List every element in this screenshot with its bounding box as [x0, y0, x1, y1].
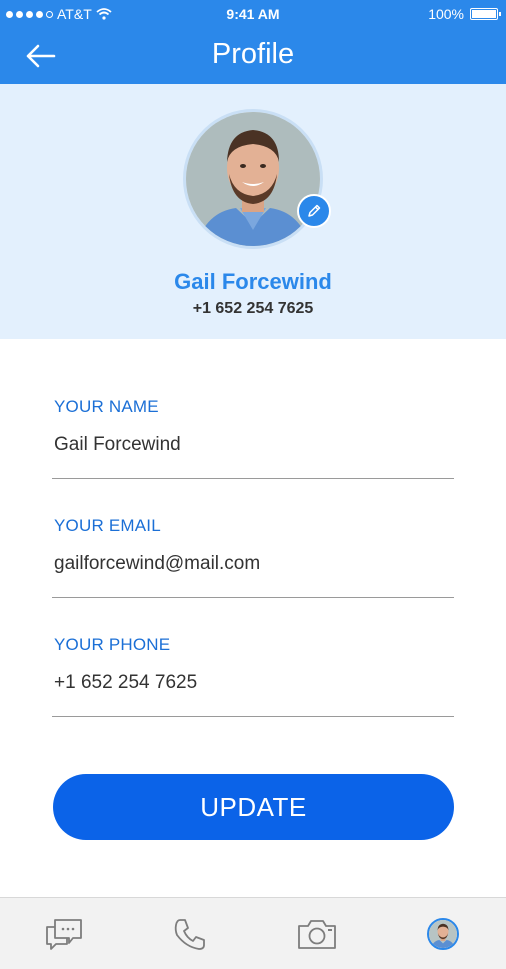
email-field-underline: [52, 597, 454, 598]
name-field-underline: [52, 478, 454, 479]
phone-icon: [174, 919, 205, 950]
edit-avatar-button[interactable]: [297, 194, 331, 228]
tab-messages[interactable]: [42, 912, 86, 956]
update-button[interactable]: UPDATE: [53, 774, 454, 840]
profile-name: Gail Forcewind: [174, 269, 332, 294]
profile-avatar: [183, 109, 323, 249]
email-label: YOUR EMAIL: [54, 516, 161, 535]
tab-bar: [0, 897, 506, 969]
email-field[interactable]: [54, 553, 454, 575]
camera-icon: [298, 920, 336, 949]
name-label: YOUR NAME: [54, 397, 159, 416]
chat-icon: [46, 919, 82, 950]
tab-calls[interactable]: [168, 912, 212, 956]
nav-bar: Profile: [0, 28, 506, 84]
name-field[interactable]: [54, 434, 454, 456]
profile-phone: +1 652 254 7625: [192, 300, 314, 317]
battery-percent: 100%: [428, 6, 464, 22]
phone-field-underline: [52, 716, 454, 717]
tab-profile[interactable]: [421, 912, 465, 956]
status-bar: AT&T 9:41 AM 100%: [0, 0, 506, 28]
phone-field[interactable]: [54, 672, 454, 694]
tab-camera[interactable]: [295, 912, 339, 956]
profile-avatar-icon: [427, 918, 459, 950]
phone-label: YOUR PHONE: [54, 635, 171, 654]
battery-icon: [470, 8, 501, 20]
status-right: 100%: [428, 6, 501, 22]
page-title: Profile: [211, 38, 295, 70]
profile-header: Gail Forcewind +1 652 254 7625: [0, 84, 506, 339]
pencil-icon: [308, 204, 321, 217]
